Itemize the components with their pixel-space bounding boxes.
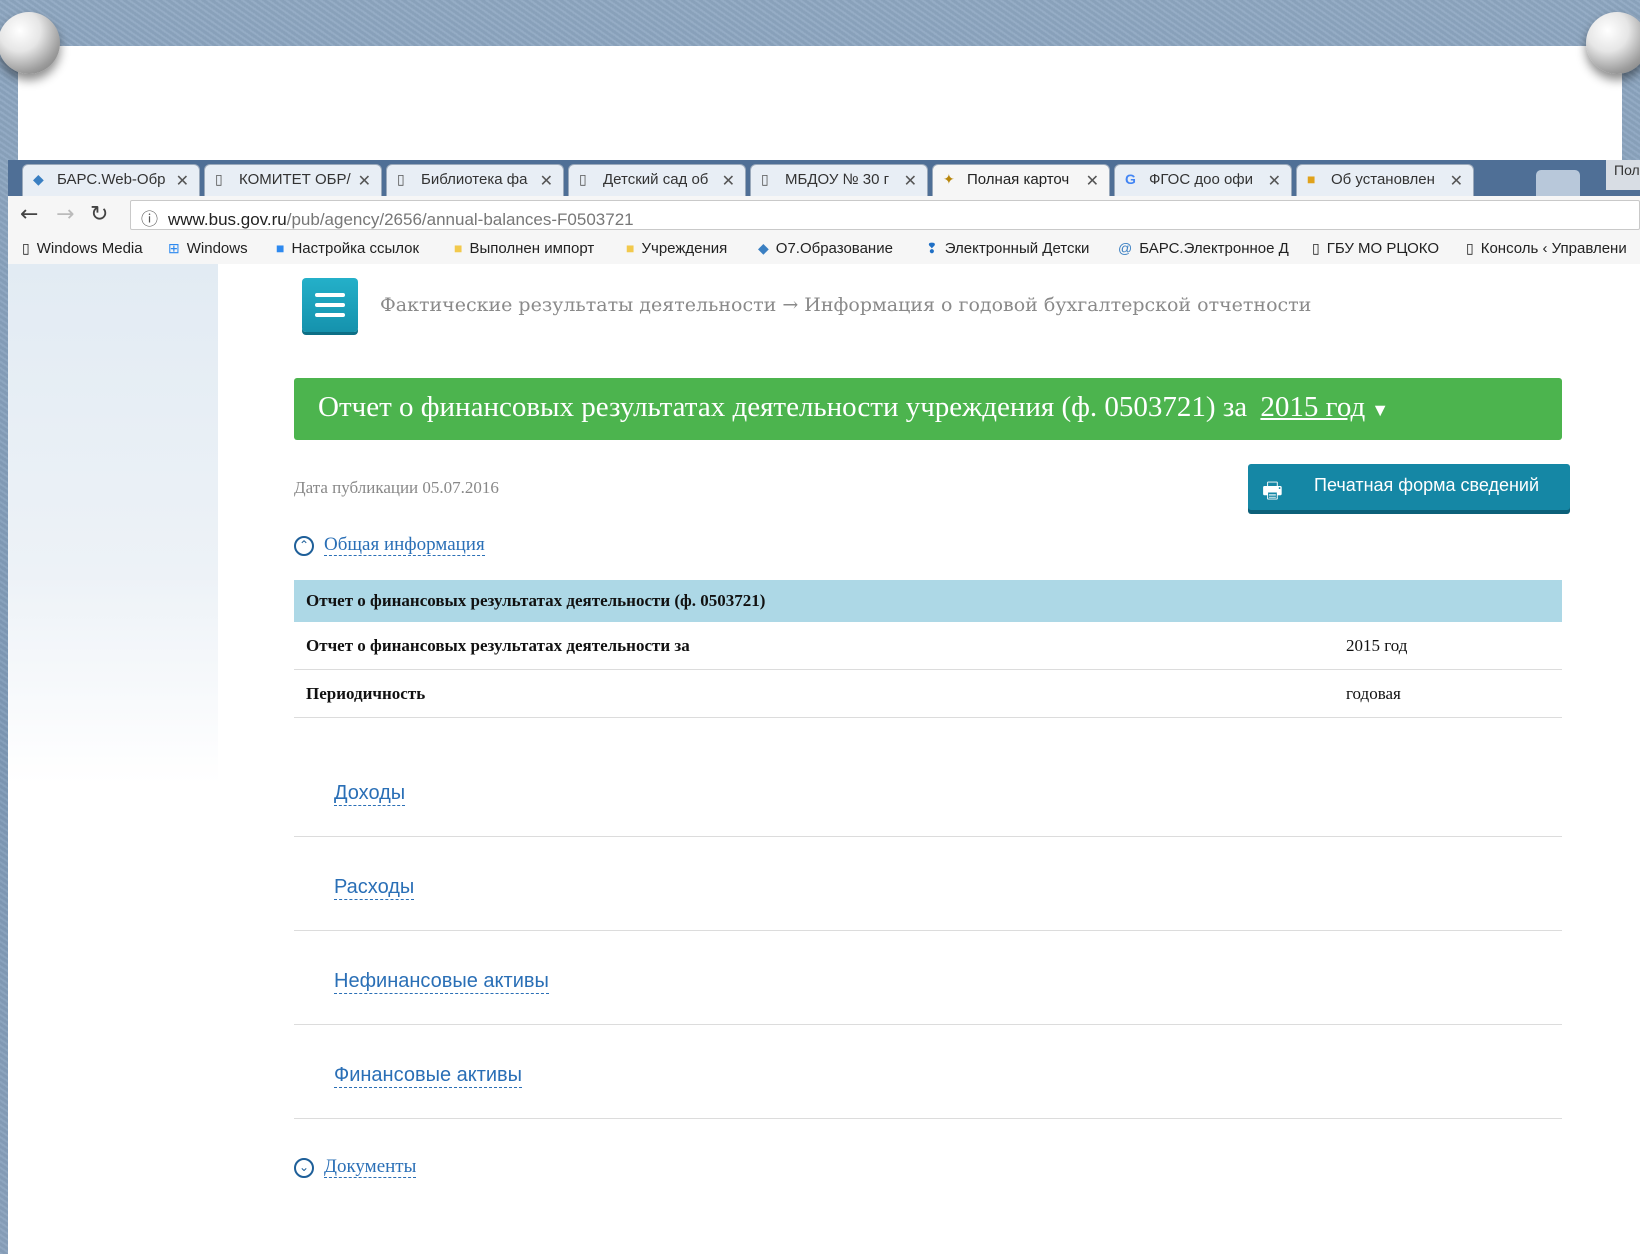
- bookmarks-bar: ▯ Windows Media ⊞ Windows ■ Настройка ссыло…: [8, 234, 1640, 265]
- pushpin-right: [1586, 12, 1640, 74]
- table-row: Периодичность годовая: [294, 669, 1562, 718]
- bookmark-link-settings[interactable]: ■ Настройка ссылок: [276, 240, 419, 257]
- sidebar-background: [8, 264, 218, 784]
- browser-toolbar: ← → ↻ ⓘ www.bus.gov.ru/pub/agency/2656/an…: [8, 196, 1640, 235]
- hamburger-menu-button[interactable]: [302, 278, 358, 332]
- table-cell-label: Отчет о финансовых результатах деятельно…: [294, 622, 1334, 670]
- google-icon: G: [1125, 171, 1136, 187]
- emblem-icon: ✦: [943, 171, 955, 187]
- page-content: Фактические результаты деятельности → Ин…: [8, 264, 1640, 1254]
- back-arrow-icon[interactable]: ←: [20, 202, 38, 227]
- address-host: www.bus.gov.ru: [168, 210, 287, 229]
- bookmark-institutions[interactable]: ■ Учреждения: [626, 240, 727, 257]
- section-link-expenses[interactable]: Расходы: [334, 876, 415, 900]
- tab-7[interactable]: ■ Об установлен ✕: [1296, 164, 1474, 196]
- close-icon[interactable]: ✕: [176, 171, 189, 191]
- table-cell-label: Периодичность: [294, 669, 1334, 718]
- tab-bar: ◆ БАРС.Web-Обр ✕ ▯ КОМИТЕТ ОБР/✕ ▯ Библиотек…: [8, 160, 1640, 196]
- bookmark-bars-electronic[interactable]: @ БАРС.Электронное Д: [1118, 240, 1289, 257]
- new-tab-button[interactable]: [1536, 170, 1580, 196]
- publication-date: Дата публикации 05.07.2016: [294, 478, 499, 497]
- bookmark-electronic-kindergarten[interactable]: ❢ Электронный Детски: [926, 240, 1089, 257]
- folder-color-icon: ■: [1307, 171, 1316, 187]
- browser-window: ◆ БАРС.Web-Обр ✕ ▯ КОМИТЕТ ОБР/✕ ▯ Библиотек…: [8, 160, 1640, 1254]
- general-info-table: Отчет о финансовых результатах деятельно…: [294, 580, 1562, 718]
- address-path: /pub/agency/2656/annual-balances-F050372…: [286, 210, 634, 229]
- bookmark-windows-media[interactable]: ▯ Windows Media: [22, 240, 143, 257]
- bookmark-imported[interactable]: ■ Выполнен импорт: [454, 240, 594, 257]
- page-icon: ▯: [22, 240, 30, 256]
- table-cell-value: годовая: [1334, 669, 1562, 718]
- section-link-income[interactable]: Доходы: [334, 782, 406, 806]
- print-form-label: Печатная форма сведений: [1314, 475, 1540, 495]
- profile-button[interactable]: Пол: [1606, 160, 1640, 190]
- page-icon: ▯: [761, 171, 769, 187]
- page-icon: ▯: [1466, 240, 1474, 256]
- chevron-down-icon: ⌄: [294, 1157, 314, 1178]
- info-icon[interactable]: ⓘ: [141, 205, 158, 230]
- forward-arrow-icon[interactable]: →: [56, 202, 74, 227]
- bars-icon: ◆: [758, 240, 769, 256]
- close-icon[interactable]: ✕: [1268, 171, 1281, 191]
- section-link-nonfinancial-assets[interactable]: Нефинансовые активы: [334, 970, 549, 994]
- documents-toggle[interactable]: ⌄ Документы: [294, 1156, 417, 1178]
- section-financial-assets: Финансовые активы: [294, 1024, 1562, 1119]
- tab-1[interactable]: ▯ КОМИТЕТ ОБР/✕: [204, 164, 382, 196]
- bookmark-windows[interactable]: ⊞ Windows: [168, 240, 248, 257]
- breadcrumb: Фактические результаты деятельности → Ин…: [380, 294, 1312, 316]
- close-icon[interactable]: ✕: [722, 171, 735, 191]
- folder-icon: ■: [454, 240, 463, 256]
- close-icon[interactable]: ✕: [1086, 171, 1099, 191]
- tab-3[interactable]: ▯ Детский сад об ✕: [568, 164, 746, 196]
- printer-icon: 🖶: [1262, 478, 1283, 503]
- chevron-up-icon: ⌃: [294, 535, 314, 556]
- close-icon[interactable]: ✕: [904, 171, 917, 191]
- tab-5-active[interactable]: ✦ Полная карточ ✕: [932, 164, 1110, 196]
- folder-icon: ■: [626, 240, 635, 256]
- tiles-icon: ■: [276, 240, 285, 256]
- table-header-row: Отчет о финансовых результатах деятельно…: [294, 580, 1562, 622]
- page-icon: ▯: [1312, 240, 1320, 256]
- page-icon: ▯: [579, 171, 587, 187]
- tab-0[interactable]: ◆ БАРС.Web-Обр ✕: [22, 164, 200, 196]
- bars-icon: ◆: [33, 171, 44, 187]
- page-icon: ▯: [215, 171, 223, 187]
- address-bar[interactable]: ⓘ www.bus.gov.ru/pub/agency/2656/annual-b…: [130, 200, 1640, 230]
- bookmark-o7-education[interactable]: ◆ О7.Образование: [758, 240, 893, 257]
- section-income: Доходы: [294, 742, 1562, 837]
- page-icon: ▯: [397, 171, 405, 187]
- close-icon[interactable]: ✕: [358, 171, 371, 191]
- section-nonfinancial-assets: Нефинансовые активы: [294, 930, 1562, 1025]
- windows-icon: ⊞: [168, 240, 180, 256]
- menu-icon-bar: [315, 313, 345, 317]
- table-header-cell: Отчет о финансовых результатах деятельно…: [306, 591, 766, 610]
- section-expenses: Расходы: [294, 836, 1562, 931]
- table-cell-value: 2015 год: [1334, 622, 1562, 670]
- bookmark-console[interactable]: ▯ Консоль ‹ Управлени: [1466, 240, 1627, 257]
- menu-icon-bar: [315, 303, 345, 307]
- tab-2[interactable]: ▯ Библиотека фа ✕: [386, 164, 564, 196]
- dropdown-caret-icon[interactable]: ▼: [1371, 400, 1389, 420]
- reload-icon[interactable]: ↻: [90, 202, 108, 227]
- close-icon[interactable]: ✕: [540, 171, 553, 191]
- print-form-button[interactable]: 🖶 Печатная форма сведений: [1248, 464, 1570, 510]
- report-title: Отчет о финансовых результатах деятельно…: [318, 391, 1248, 423]
- menu-icon-bar: [315, 293, 345, 297]
- pushpin-left: [0, 12, 60, 74]
- table-row: Отчет о финансовых результатах деятельно…: [294, 622, 1562, 670]
- section-link-financial-assets[interactable]: Финансовые активы: [334, 1064, 523, 1088]
- pin-icon: ❢: [926, 240, 938, 256]
- year-selector[interactable]: 2015 год: [1260, 391, 1365, 423]
- report-title-banner: Отчет о финансовых результатах деятельно…: [294, 378, 1562, 440]
- at-icon: @: [1118, 240, 1133, 256]
- general-info-toggle[interactable]: ⌃ Общая информация: [294, 534, 485, 556]
- close-icon[interactable]: ✕: [1450, 171, 1463, 191]
- tab-4[interactable]: ▯ МБДОУ № 30 г ✕: [750, 164, 928, 196]
- tab-6[interactable]: G ФГОС доо офи ✕: [1114, 164, 1292, 196]
- bookmark-gbu-mo-rcoko[interactable]: ▯ ГБУ МО РЦОКО: [1312, 240, 1439, 257]
